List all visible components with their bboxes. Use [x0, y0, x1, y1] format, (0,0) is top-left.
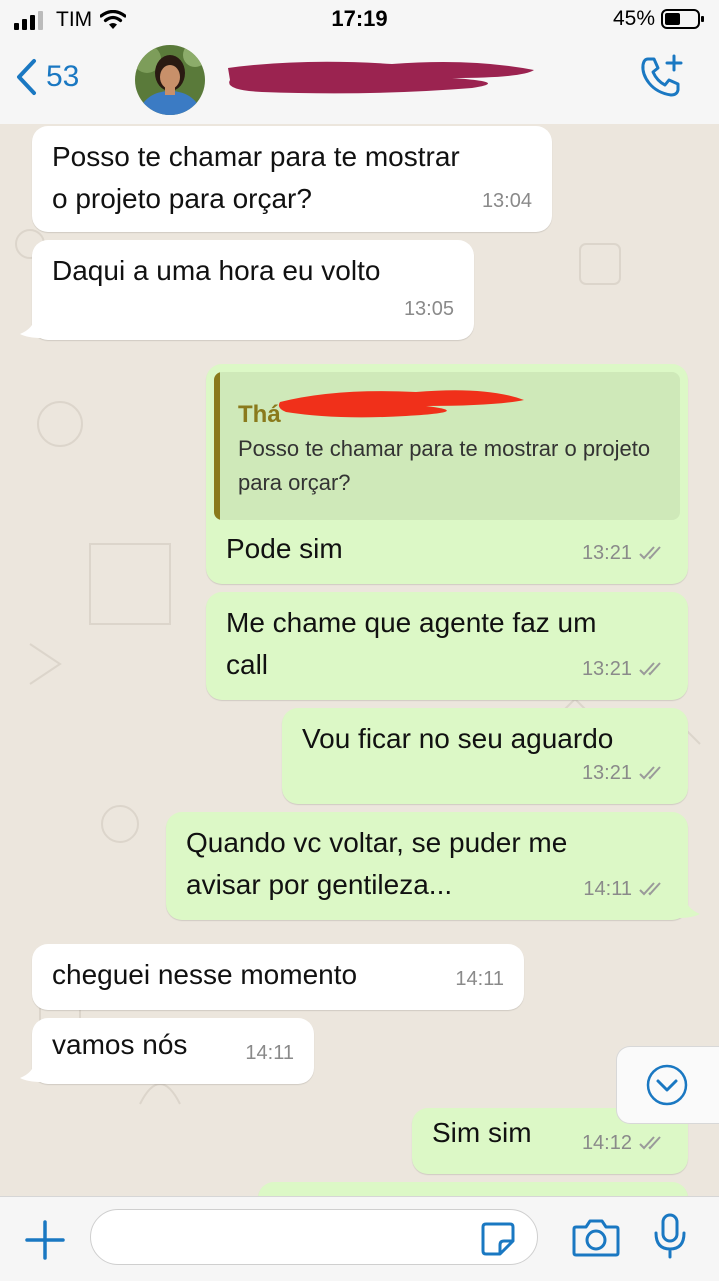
message-text: Me chame que agente faz um call	[226, 607, 597, 680]
message-text: vamos nós	[52, 1029, 188, 1060]
bubble-tail	[678, 898, 700, 918]
double-check-icon	[639, 882, 661, 896]
message-list[interactable]: Posso te chamar para te mostrar o projet…	[0, 124, 719, 1196]
clock: 17:19	[331, 6, 388, 31]
camera-icon[interactable]	[572, 1217, 620, 1257]
incoming-message[interactable]: cheguei nesse momento 14:11	[32, 944, 524, 1010]
battery-percentage: 45%	[612, 7, 655, 30]
message-time: 13:05	[403, 298, 454, 320]
message-time: 14:12	[581, 1132, 632, 1154]
outgoing-message[interactable]: Vou ficar no seu aguardo 13:21	[282, 708, 688, 804]
redacted-contact-name	[228, 61, 534, 94]
contact-avatar[interactable]	[135, 45, 205, 115]
message-text: Vou ficar no seu aguardo	[302, 723, 614, 754]
message-time: 13:21	[581, 658, 632, 680]
message-time: 14:11	[245, 1042, 294, 1064]
double-check-icon	[639, 1136, 661, 1150]
incoming-message[interactable]: Daqui a uma hora eu volto 13:05	[32, 240, 474, 340]
add-call-button[interactable]	[639, 54, 685, 105]
incoming-message[interactable]: vamos nós 14:11	[32, 1018, 314, 1084]
message-time: 13:04	[481, 190, 532, 212]
back-button[interactable]: 53	[14, 58, 79, 96]
sticker-icon[interactable]	[480, 1221, 516, 1257]
outgoing-message[interactable]: Quando vc voltar, se puder me avisar por…	[166, 812, 688, 920]
message-composer	[0, 1196, 719, 1281]
chevron-down-icon	[646, 1064, 688, 1106]
message-time: 14:11	[583, 878, 632, 900]
message-text: Posso te chamar para te mostrar o projet…	[52, 141, 460, 214]
bubble-tail	[20, 318, 42, 338]
message-time: 13:21	[581, 542, 632, 564]
outgoing-message[interactable]: Thá Posso te chamar para te mostrar o pr…	[206, 364, 688, 584]
microphone-icon[interactable]	[652, 1213, 688, 1261]
scroll-to-bottom-button[interactable]	[616, 1046, 719, 1124]
message-text: Pode sim	[226, 533, 343, 564]
add-call-icon	[641, 54, 683, 97]
double-check-icon	[639, 662, 661, 676]
double-check-icon	[639, 546, 661, 560]
plus-icon[interactable]	[24, 1219, 66, 1261]
battery-icon	[661, 9, 704, 29]
redacted-author-name	[278, 390, 524, 418]
back-chevron-icon	[17, 59, 36, 95]
message-time: 14:11	[455, 968, 504, 990]
outgoing-message-partial[interactable]	[258, 1182, 688, 1196]
unread-count: 53	[46, 60, 80, 93]
message-text: Sim sim	[432, 1117, 532, 1148]
message-text: Quando vc voltar, se puder me avisar por…	[186, 827, 568, 900]
message-text: cheguei nesse momento	[52, 959, 358, 990]
message-input[interactable]	[90, 1209, 538, 1265]
quoted-author: Thá	[238, 401, 281, 428]
quoted-reply[interactable]: Thá Posso te chamar para te mostrar o pr…	[214, 372, 680, 520]
chat-header: 53	[0, 38, 719, 125]
message-time: 13:21	[581, 762, 632, 784]
outgoing-message[interactable]: Me chame que agente faz um call 13:21	[206, 592, 688, 700]
status-bar: TIM 17:19 45%	[0, 0, 719, 38]
double-check-icon	[639, 766, 661, 780]
quoted-text: Posso te chamar para te mostrar o projet…	[238, 436, 651, 495]
bubble-tail	[20, 1062, 42, 1082]
message-text: Daqui a uma hora eu volto	[52, 255, 381, 286]
incoming-message[interactable]: Posso te chamar para te mostrar o projet…	[32, 126, 552, 232]
